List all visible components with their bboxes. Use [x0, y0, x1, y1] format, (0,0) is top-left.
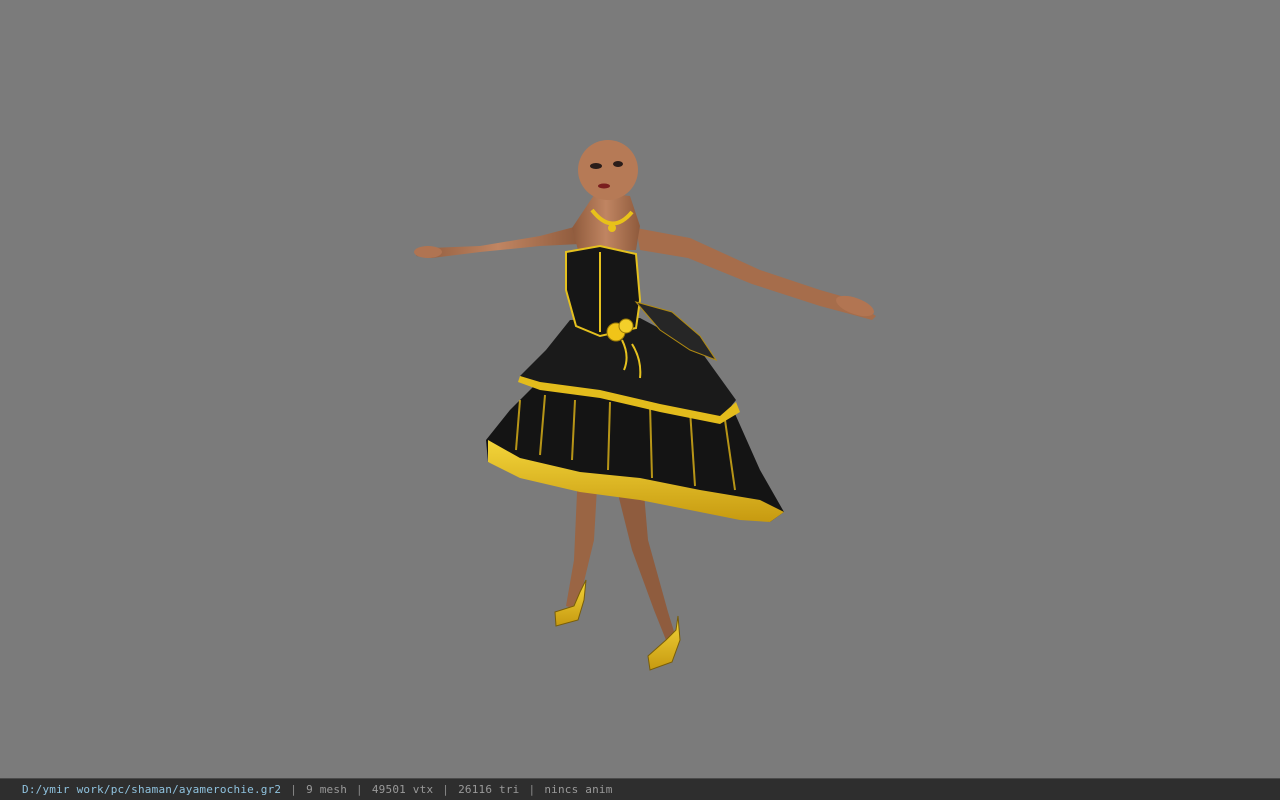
left-hand [414, 246, 442, 258]
3d-viewport[interactable] [0, 0, 1280, 778]
vertex-count: 49501 vtx [371, 783, 434, 796]
separator: | [442, 783, 450, 796]
head [578, 140, 638, 200]
animation-status: nincs anim [544, 783, 613, 796]
status-bar: D:/ymir work/pc/shaman/ayamerochie.gr2 |… [0, 778, 1280, 800]
separator: | [290, 783, 298, 796]
triangle-count: 26116 tri [458, 783, 520, 796]
mesh-count: 9 mesh [306, 783, 348, 796]
separator: | [528, 783, 536, 796]
character-model [414, 140, 876, 671]
file-path-label: D:/ymir work/pc/shaman/ayamerochie.gr2 [22, 783, 282, 796]
separator: | [356, 783, 363, 796]
